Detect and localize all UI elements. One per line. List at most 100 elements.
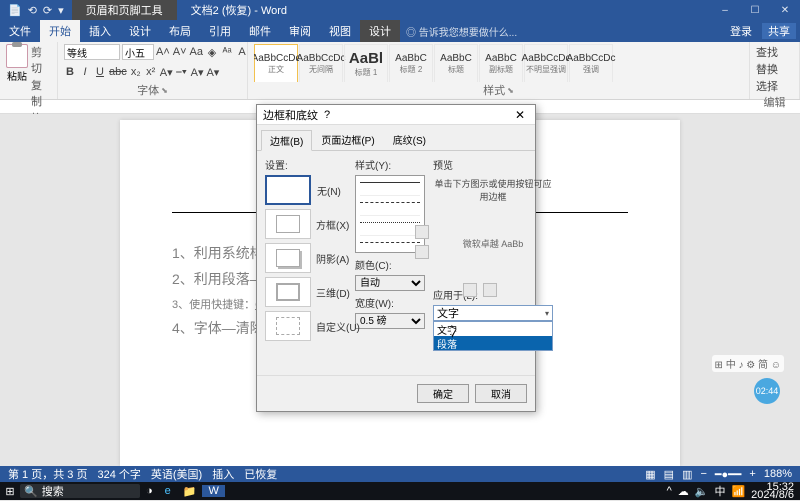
- styles-launcher-icon[interactable]: ⬊: [507, 86, 514, 95]
- style-normal[interactable]: AaBbCcDc正文: [254, 44, 298, 82]
- tray-overflow-icon[interactable]: ^: [667, 485, 672, 497]
- ok-button[interactable]: 确定: [417, 384, 469, 403]
- tray-volume-icon[interactable]: 🔈: [695, 485, 709, 498]
- style-gallery[interactable]: AaBbCcDc正文 AaBbCcDc无间隔 AaBl标题 1 AaBbC标题 …: [254, 44, 743, 82]
- setting-box[interactable]: 方框(X): [265, 209, 311, 239]
- grow-font-button[interactable]: A˄: [156, 46, 170, 59]
- style-heading1[interactable]: AaBl标题 1: [344, 44, 388, 82]
- dialog-tab-shading[interactable]: 底纹(S): [384, 129, 435, 150]
- change-case-button[interactable]: Aa: [190, 46, 203, 59]
- style-title[interactable]: AaBbC标题: [434, 44, 478, 82]
- style-subtle-emph[interactable]: AaBbCcDc不明显强调: [524, 44, 568, 82]
- border-top-toggle[interactable]: [415, 225, 429, 239]
- cut-button[interactable]: 剪切: [31, 44, 51, 76]
- status-insert-mode[interactable]: 插入: [212, 466, 234, 482]
- chevron-down-icon[interactable]: ▾: [545, 309, 549, 318]
- setting-none[interactable]: 无(N): [265, 175, 311, 205]
- tray-network-icon[interactable]: 📶: [731, 485, 745, 498]
- dialog-tab-page-border[interactable]: 页面边框(P): [312, 129, 383, 150]
- paste-button[interactable]: 粘贴: [6, 68, 28, 83]
- status-page[interactable]: 第 1 页，共 3 页: [8, 466, 87, 482]
- font-name-input[interactable]: [64, 44, 120, 60]
- status-language[interactable]: 英语(美国): [151, 466, 202, 482]
- phonetic-button[interactable]: ᴬᵃ: [221, 46, 233, 59]
- bold-button[interactable]: B: [64, 66, 76, 79]
- tab-design[interactable]: 设计: [120, 20, 160, 42]
- zoom-in-button[interactable]: +: [749, 468, 755, 480]
- view-web-layout-icon[interactable]: ▥: [682, 468, 692, 481]
- font-size-input[interactable]: [122, 44, 154, 60]
- tab-view[interactable]: 视图: [320, 20, 360, 42]
- border-left-toggle[interactable]: [463, 283, 477, 297]
- zoom-slider[interactable]: ━●━━: [715, 468, 742, 481]
- cancel-button[interactable]: 取消: [475, 384, 527, 403]
- tab-mailings[interactable]: 邮件: [240, 20, 280, 42]
- redo-icon[interactable]: ⟳: [43, 4, 52, 17]
- dialog-help-button[interactable]: ?: [318, 109, 336, 121]
- tray-ime-icon[interactable]: 中: [714, 483, 725, 499]
- dialog-tab-borders[interactable]: 边框(B): [261, 130, 312, 151]
- italic-button[interactable]: I: [79, 66, 91, 79]
- apply-option-paragraph[interactable]: 段落: [434, 336, 552, 350]
- preview-box[interactable]: 微软卓越 AaBb: [433, 205, 553, 281]
- word-taskbar-icon[interactable]: W: [202, 485, 224, 497]
- dialog-close-button[interactable]: ✕: [511, 108, 529, 122]
- setting-shadow[interactable]: 阴影(A): [265, 243, 311, 273]
- subscript-button[interactable]: x₂: [130, 66, 142, 79]
- width-select[interactable]: 0.5 磅: [355, 313, 425, 329]
- text-effects-button[interactable]: A▾: [160, 66, 173, 79]
- ime-indicator[interactable]: ⊞ 中 ♪ ⚙ 简 ☺: [712, 355, 784, 372]
- maximize-button[interactable]: ☐: [740, 5, 770, 16]
- style-heading2[interactable]: AaBbC标题 2: [389, 44, 433, 82]
- setting-3d[interactable]: 三维(D): [265, 277, 311, 307]
- style-emphasis[interactable]: AaBbCcDc强调: [569, 44, 613, 82]
- status-word-count[interactable]: 324 个字: [97, 466, 140, 482]
- explorer-icon[interactable]: 📁: [177, 485, 203, 498]
- color-select[interactable]: 自动: [355, 275, 425, 291]
- superscript-button[interactable]: x²: [145, 66, 157, 79]
- qat-doc-icon[interactable]: 📄: [8, 4, 22, 17]
- login-button[interactable]: 登录: [724, 23, 758, 39]
- find-button[interactable]: 查找: [756, 44, 793, 60]
- view-print-layout-icon[interactable]: ▦: [645, 468, 655, 481]
- taskbar-clock[interactable]: 15:322024/8/6: [751, 483, 794, 499]
- view-read-mode-icon[interactable]: ▤: [664, 468, 674, 481]
- apply-to-combo[interactable]: 文字▾ 文字 段落: [433, 305, 553, 321]
- zoom-level[interactable]: 188%: [764, 468, 792, 480]
- tray-onedrive-icon[interactable]: ☁: [678, 485, 689, 498]
- tab-home[interactable]: 开始: [40, 20, 80, 42]
- tab-insert[interactable]: 插入: [80, 20, 120, 42]
- tell-me-input[interactable]: ◎ 告诉我您想要做什么...: [400, 24, 517, 39]
- tab-header-design[interactable]: 设计: [360, 20, 400, 42]
- tab-file[interactable]: 文件: [0, 20, 40, 42]
- undo-icon[interactable]: ⟲: [28, 4, 37, 17]
- highlight-button[interactable]: ⎯▾: [176, 66, 188, 79]
- tab-review[interactable]: 审阅: [280, 20, 320, 42]
- font-launcher-icon[interactable]: ⬊: [161, 86, 168, 95]
- shrink-font-button[interactable]: A˅: [173, 46, 187, 59]
- strike-button[interactable]: abc: [109, 66, 127, 79]
- border-bottom-toggle[interactable]: [415, 245, 429, 259]
- style-subtitle[interactable]: AaBbC副标题: [479, 44, 523, 82]
- share-button[interactable]: 共享: [762, 23, 796, 39]
- paste-icon[interactable]: [6, 44, 28, 68]
- style-nospace[interactable]: AaBbCcDc无间隔: [299, 44, 343, 82]
- minimize-button[interactable]: –: [710, 5, 740, 16]
- select-button[interactable]: 选择: [756, 78, 793, 94]
- copy-button[interactable]: 复制: [31, 77, 51, 109]
- font-color-button[interactable]: A▾: [191, 66, 204, 79]
- tab-layout[interactable]: 布局: [160, 20, 200, 42]
- zoom-out-button[interactable]: −: [700, 468, 706, 480]
- edge-icon[interactable]: e: [159, 485, 177, 497]
- tab-references[interactable]: 引用: [200, 20, 240, 42]
- close-button[interactable]: ✕: [770, 5, 800, 16]
- quick-access-toolbar[interactable]: 📄 ⟲ ⟳ ▾: [0, 4, 72, 17]
- qat-more-icon[interactable]: ▾: [58, 4, 64, 17]
- start-button[interactable]: ⊞: [0, 485, 20, 498]
- clear-format-button[interactable]: ◈: [206, 46, 218, 59]
- border-right-toggle[interactable]: [483, 283, 497, 297]
- replace-button[interactable]: 替换: [756, 61, 793, 77]
- char-border-button[interactable]: A: [236, 46, 248, 59]
- taskbar-search[interactable]: 🔍搜索: [20, 484, 140, 498]
- task-view-icon[interactable]: ◑: [140, 485, 159, 497]
